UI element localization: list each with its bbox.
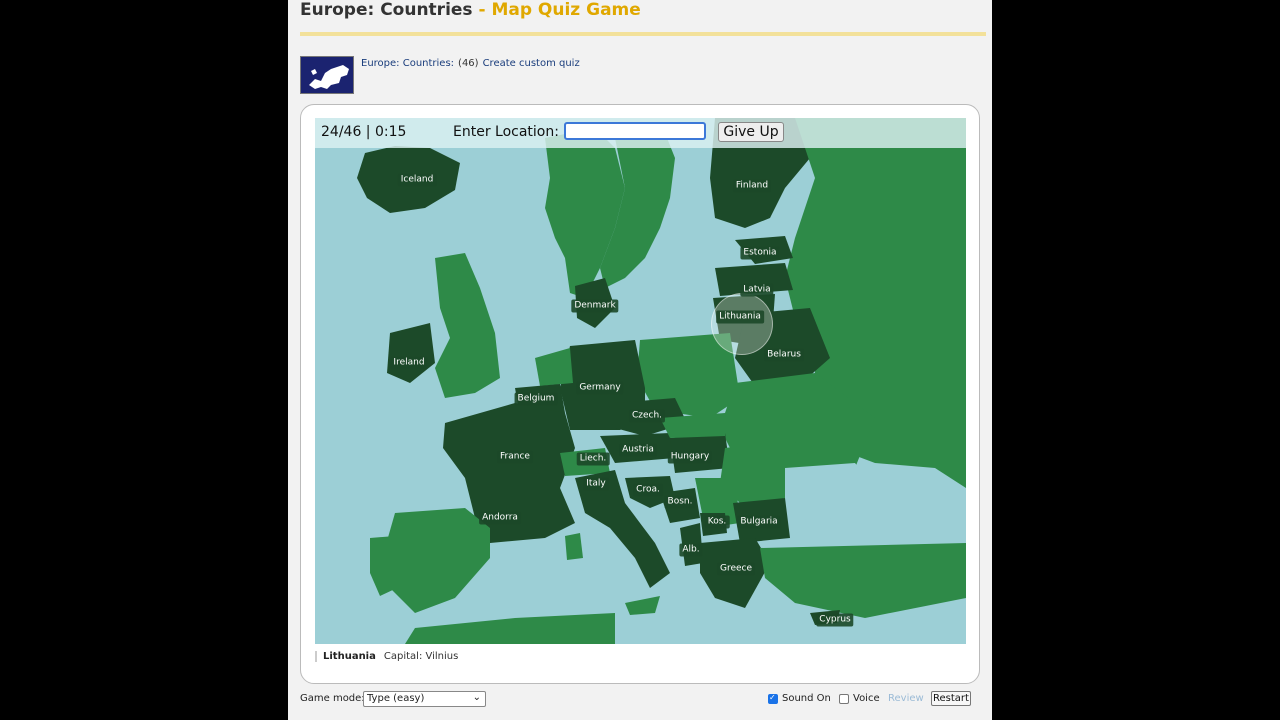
label-iceland[interactable]: Iceland	[397, 173, 437, 187]
north-africa-shape	[405, 613, 615, 644]
label-bulgaria[interactable]: Bulgaria	[737, 515, 781, 529]
sound-label: Sound On	[782, 693, 831, 704]
country-turkey-shape	[760, 543, 966, 618]
game-mode-value: Type (easy)	[367, 693, 425, 704]
europe-thumbnail-map	[309, 65, 349, 89]
breadcrumb: Europe: Countries: (46) Create custom quiz	[361, 58, 580, 69]
review-link[interactable]: Review	[888, 693, 924, 704]
page-title-sub: - Map Quiz Game	[478, 0, 641, 20]
location-input[interactable]	[564, 122, 706, 140]
bottom-controls: Game mode: Type (easy) ⌄ Sound On Voice R…	[288, 690, 992, 712]
label-italy[interactable]: Italy	[583, 477, 609, 491]
country-netherlands-shape	[535, 348, 573, 386]
give-up-button[interactable]: Give Up	[718, 122, 784, 142]
label-belarus[interactable]: Belarus	[764, 348, 804, 362]
country-sicily-shape	[625, 596, 660, 615]
map-canvas	[357, 118, 966, 644]
game-mode-select[interactable]: Type (easy) ⌄	[363, 691, 486, 707]
label-cyprus[interactable]: Cyprus	[816, 613, 854, 627]
country-sardinia-shape	[565, 533, 583, 560]
restart-button[interactable]: Restart	[931, 691, 971, 706]
label-germany[interactable]: Germany	[576, 381, 624, 395]
country-count: (46)	[458, 58, 479, 69]
label-latvia[interactable]: Latvia	[740, 283, 774, 297]
status-bar: Lithuania Capital: Vilnius	[315, 651, 458, 662]
voice-label: Voice	[853, 693, 880, 704]
label-ireland[interactable]: Ireland	[390, 356, 428, 370]
label-croatia[interactable]: Croa.	[633, 483, 663, 497]
page-title-main: Europe: Countries	[300, 0, 473, 20]
label-albania[interactable]: Alb.	[679, 543, 703, 557]
country-spain-shape	[385, 508, 490, 613]
label-andorra[interactable]: Andorra	[479, 511, 521, 525]
quiz-link[interactable]: Europe: Countries:	[361, 58, 454, 69]
status-capital: Capital: Vilnius	[383, 651, 459, 662]
quiz-toolbar: 24/46 | 0:15 Enter Location: Give Up	[315, 118, 966, 148]
score-timer: 24/46 | 0:15	[321, 124, 407, 140]
chevron-down-icon: ⌄	[472, 692, 481, 703]
sound-checkbox[interactable]	[768, 693, 778, 704]
label-kosovo[interactable]: Kos.	[704, 515, 730, 529]
country-ireland-shape	[387, 323, 435, 383]
label-belgium[interactable]: Belgium	[514, 392, 558, 406]
label-greece[interactable]: Greece	[716, 562, 756, 576]
page-title: Europe: Countries - Map Quiz Game	[300, 0, 641, 20]
quiz-map[interactable]: 24/46 | 0:15 Enter Location: Give Up Ice…	[315, 118, 966, 644]
label-lithuania[interactable]: Lithuania	[716, 310, 764, 324]
label-liechtenstein[interactable]: Liech.	[576, 452, 610, 466]
custom-quiz-link[interactable]: Create custom quiz	[483, 58, 580, 69]
label-czech[interactable]: Czech.	[628, 409, 666, 423]
selected-country-highlight	[711, 293, 773, 355]
status-country: Lithuania	[323, 651, 376, 662]
game-mode-label: Game mode:	[300, 693, 365, 704]
label-estonia[interactable]: Estonia	[740, 246, 780, 260]
label-france[interactable]: France	[497, 450, 533, 464]
country-uk-shape	[435, 253, 500, 398]
enter-location-label: Enter Location:	[453, 124, 559, 140]
label-denmark[interactable]: Denmark	[571, 299, 619, 313]
voice-checkbox[interactable]	[839, 694, 849, 704]
label-bosnia[interactable]: Bosn.	[664, 495, 696, 509]
black-sea-shape	[785, 463, 875, 520]
label-austria[interactable]: Austria	[619, 443, 657, 457]
label-finland[interactable]: Finland	[732, 179, 772, 193]
europe-thumbnail[interactable]	[300, 56, 354, 94]
title-divider	[300, 32, 986, 36]
page: Europe: Countries - Map Quiz Game Europe…	[288, 0, 992, 720]
country-portugal-shape	[370, 536, 397, 596]
label-hungary[interactable]: Hungary	[667, 450, 713, 464]
